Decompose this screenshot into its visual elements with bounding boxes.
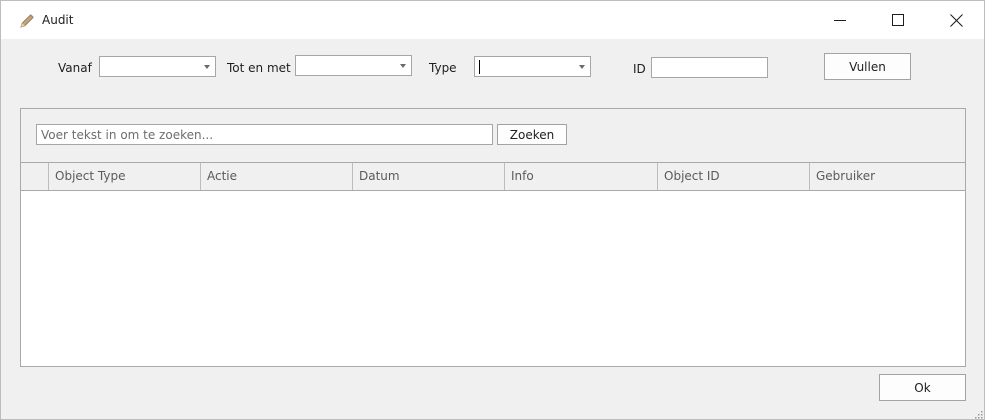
- id-input[interactable]: [651, 57, 768, 78]
- window-title: Audit: [42, 13, 74, 27]
- id-label: ID: [633, 62, 646, 76]
- column-header-user[interactable]: Gebruiker: [810, 163, 965, 190]
- type-combo[interactable]: [474, 56, 591, 77]
- from-label: Vanaf: [58, 61, 92, 75]
- ok-button[interactable]: Ok: [879, 374, 966, 401]
- search-input[interactable]: [36, 124, 493, 145]
- column-header-info[interactable]: Info: [505, 163, 658, 190]
- column-header-action[interactable]: Actie: [201, 163, 353, 190]
- minimize-icon: [834, 20, 846, 21]
- window-content: Vanaf Tot en met Type ID Vullen Zoeken O…: [5, 39, 980, 417]
- row-selector-header[interactable]: [21, 163, 49, 190]
- close-icon: [949, 13, 963, 27]
- column-header-object-type[interactable]: Object Type: [49, 163, 201, 190]
- minimize-button[interactable]: [811, 1, 869, 39]
- maximize-icon: [892, 14, 904, 26]
- fill-button[interactable]: Vullen: [824, 53, 911, 80]
- maximize-button[interactable]: [869, 1, 927, 39]
- grid-header: Object Type Actie Datum Info Object ID G…: [21, 163, 965, 191]
- audit-grid[interactable]: Object Type Actie Datum Info Object ID G…: [21, 162, 965, 366]
- title-bar[interactable]: Audit: [1, 1, 984, 39]
- results-panel: Zoeken Object Type Actie Datum Info Obje…: [20, 108, 966, 367]
- chevron-down-icon[interactable]: [579, 65, 585, 69]
- search-button[interactable]: Zoeken: [497, 124, 567, 145]
- until-label: Tot en met: [227, 61, 291, 75]
- from-date-combo[interactable]: [99, 56, 216, 77]
- chevron-down-icon[interactable]: [204, 65, 210, 69]
- chevron-down-icon[interactable]: [400, 64, 406, 68]
- audit-window: Audit Vanaf Tot en met Type ID Vullen Vo…: [0, 0, 985, 420]
- text-caret: [479, 60, 480, 74]
- column-header-date[interactable]: Datum: [353, 163, 505, 190]
- pencil-icon: [18, 12, 36, 30]
- column-header-object-id[interactable]: Object ID: [658, 163, 810, 190]
- close-button[interactable]: [927, 1, 985, 39]
- resize-grip-icon[interactable]: [973, 408, 983, 419]
- until-date-combo[interactable]: [295, 55, 412, 76]
- type-label: Type: [429, 61, 457, 75]
